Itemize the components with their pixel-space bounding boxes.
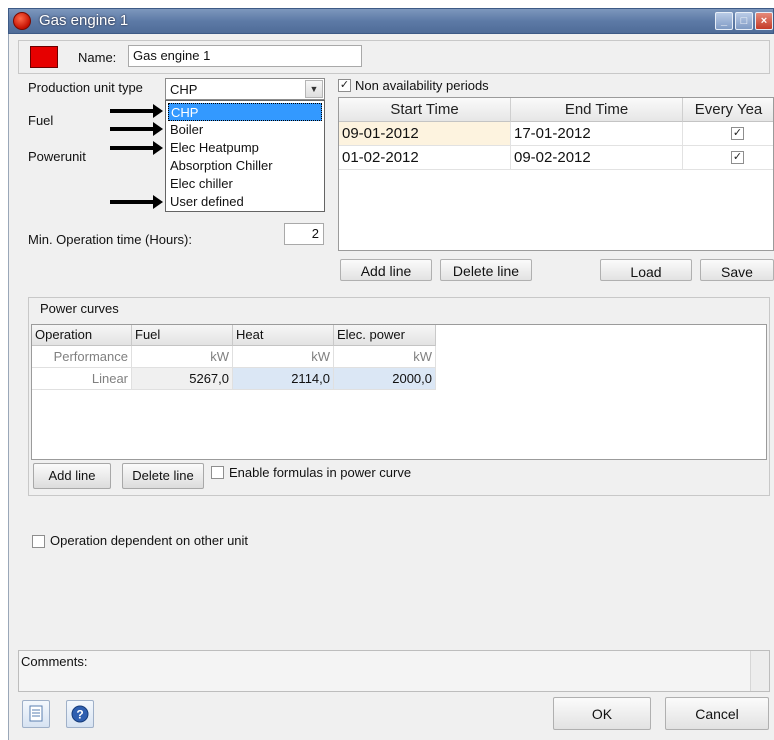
dropdown-option-elec-heatpump[interactable]: Elec Heatpump <box>168 139 322 157</box>
dropdown-option-absorption-chiller[interactable]: Absorption Chiller <box>168 157 322 175</box>
availability-add-line-button[interactable]: Add line <box>340 259 432 281</box>
dropdown-option-boiler[interactable]: Boiler <box>168 121 322 139</box>
min-operation-input[interactable]: 2 <box>284 223 324 245</box>
column-header-every-year[interactable]: Every Yea <box>683 98 773 122</box>
table-cell-operation[interactable]: Performance <box>32 346 132 368</box>
comments-label: Comments: <box>21 654 88 669</box>
document-list-icon[interactable] <box>22 700 50 728</box>
arrow-icon <box>110 122 163 136</box>
color-swatch[interactable] <box>30 46 58 68</box>
arrow-icon <box>110 141 163 155</box>
column-header-heat[interactable]: Heat <box>233 325 334 346</box>
help-icon-glyph: ? <box>71 705 89 723</box>
table-cell-every-year[interactable]: ✓ <box>683 146 773 170</box>
dropdown-option-user-defined[interactable]: User defined <box>168 193 322 211</box>
column-header-fuel[interactable]: Fuel <box>132 325 233 346</box>
arrow-icon <box>110 104 163 118</box>
table-cell-fuel[interactable]: 5267,0 <box>132 368 233 390</box>
every-year-checkbox[interactable]: ✓ <box>731 127 744 140</box>
availability-delete-line-button[interactable]: Delete line <box>440 259 532 281</box>
enable-formulas-label: Enable formulas in power curve <box>229 465 412 480</box>
dropdown-option-chp[interactable]: CHP <box>168 103 322 121</box>
fuel-label: Fuel <box>28 113 54 128</box>
operation-dependent-label: Operation dependent on other unit <box>50 533 249 548</box>
table-cell-heat-unit[interactable]: kW <box>233 346 334 368</box>
min-operation-label: Min. Operation time (Hours): <box>28 232 192 247</box>
dropdown-option-elec-chiller[interactable]: Elec chiller <box>168 175 322 193</box>
app-icon <box>13 12 31 30</box>
non-availability-checkbox[interactable]: ✓ <box>338 79 351 92</box>
every-year-checkbox[interactable]: ✓ <box>731 151 744 164</box>
name-label: Name: <box>78 50 117 65</box>
operation-dependent-checkbox[interactable] <box>32 535 45 548</box>
svg-text:?: ? <box>76 708 83 722</box>
column-header-operation[interactable]: Operation <box>32 325 132 346</box>
table-cell-end[interactable]: 17-01-2012 <box>511 122 683 146</box>
table-cell-every-year[interactable]: ✓ <box>683 122 773 146</box>
column-header-elec-power[interactable]: Elec. power <box>334 325 436 346</box>
table-cell-start[interactable]: 01-02-2012 <box>339 146 511 170</box>
cancel-button[interactable]: Cancel <box>665 697 769 730</box>
chevron-down-icon[interactable]: ▼ <box>305 80 323 98</box>
column-header-end-time[interactable]: End Time <box>511 98 683 122</box>
table-cell-elec-unit[interactable]: kW <box>334 346 436 368</box>
production-type-value: CHP <box>170 82 198 97</box>
non-availability-label: Non availability periods <box>355 78 489 93</box>
power-curves-grid[interactable]: Operation Fuel Heat Elec. power Performa… <box>31 324 767 460</box>
close-icon[interactable]: × <box>755 12 773 30</box>
table-cell-start[interactable]: 09-01-2012 <box>339 122 511 146</box>
ok-button[interactable]: OK <box>553 697 651 730</box>
comments-area[interactable] <box>18 650 770 692</box>
table-cell-fuel-unit[interactable]: kW <box>132 346 233 368</box>
power-curve-add-line-button[interactable]: Add line <box>33 463 111 489</box>
arrow-icon <box>110 195 163 209</box>
non-availability-grid[interactable]: Start Time End Time Every Yea 09-01-2012… <box>338 97 774 251</box>
powerunit-label: Powerunit <box>28 149 86 164</box>
maximize-icon[interactable]: □ <box>735 12 753 30</box>
help-icon[interactable]: ? <box>66 700 94 728</box>
document-list-icon-glyph <box>29 705 43 722</box>
power-curve-delete-line-button[interactable]: Delete line <box>122 463 204 489</box>
comments-scrollbar[interactable] <box>750 651 769 691</box>
load-button[interactable]: Load <box>600 259 692 281</box>
column-header-start-time[interactable]: Start Time <box>339 98 511 122</box>
name-input[interactable]: Gas engine 1 <box>128 45 362 67</box>
table-cell-operation[interactable]: Linear <box>32 368 132 390</box>
table-cell-elec-power[interactable]: 2000,0 <box>334 368 436 390</box>
title-bar[interactable]: Gas engine 1 _ □ × <box>8 8 774 34</box>
power-curves-title: Power curves <box>40 301 119 316</box>
window-title: Gas engine 1 <box>39 12 129 29</box>
table-cell-heat[interactable]: 2114,0 <box>233 368 334 390</box>
enable-formulas-checkbox[interactable] <box>211 466 224 479</box>
production-type-select[interactable]: CHP ▼ <box>165 78 325 100</box>
minimize-icon[interactable]: _ <box>715 12 733 30</box>
production-type-dropdown[interactable]: CHP Boiler Elec Heatpump Absorption Chil… <box>165 100 325 212</box>
table-cell-end[interactable]: 09-02-2012 <box>511 146 683 170</box>
production-type-label: Production unit type <box>28 80 143 95</box>
save-button[interactable]: Save <box>700 259 774 281</box>
